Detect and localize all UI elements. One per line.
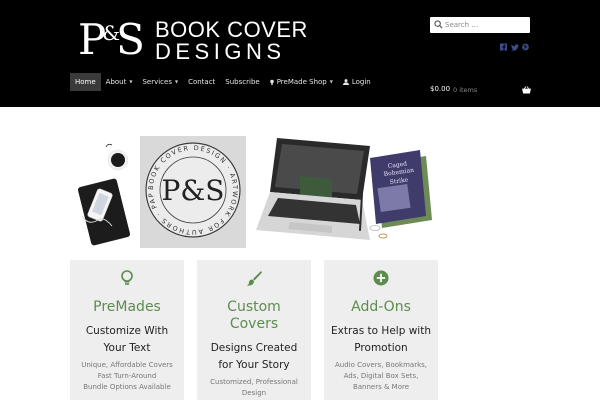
book-covers-image: Caged Bohemian Strike <box>370 150 432 228</box>
main-nav: Home About ▼ Services ▼ Contact Subscribe … <box>70 73 376 91</box>
card-subtitle-line1: Extras to Help with <box>331 325 431 337</box>
nav-item-premade-shop[interactable]: PreMade Shop ▼ <box>265 73 338 91</box>
nav-item-services[interactable]: Services ▼ <box>137 73 183 91</box>
coffee-cup-image <box>105 143 129 171</box>
card-title-line1: Custom <box>227 299 281 315</box>
social-links <box>500 36 529 51</box>
card-desc-line1: Customized, Professional <box>210 378 298 386</box>
nav-item-contact[interactable]: Contact <box>183 73 220 91</box>
cart-summary[interactable]: $0.00 0 items <box>430 85 531 97</box>
lightbulb-icon <box>269 79 274 85</box>
logo-monogram-p: P <box>78 15 106 64</box>
caret-down-icon: ▼ <box>129 79 133 84</box>
card-subtitle-line2: Promotion <box>354 342 408 354</box>
nav-item-login[interactable]: Login <box>338 73 376 91</box>
card-desc-line3: Bundle Options Available <box>83 383 171 391</box>
card-title-line2: Covers <box>229 316 279 332</box>
hero-collage: BOOK COVER DESIGN · ARTWORK FOR AUTHORS … <box>70 130 432 248</box>
logo-monogram: P&S <box>78 15 145 72</box>
card-desc-line2: Fast Turn-Around <box>97 372 157 380</box>
card-subtitle-line2: Your Text <box>103 342 151 354</box>
notebook-phone-image <box>77 178 131 246</box>
user-icon <box>342 79 349 85</box>
nav-label: Services <box>142 78 172 86</box>
nav-label: PreMade Shop <box>276 78 327 86</box>
lightbulb-icon <box>121 270 133 285</box>
logo-monogram-s: S <box>116 15 145 64</box>
card-custom-covers[interactable]: Custom Covers Designs Created for Your S… <box>197 260 311 400</box>
paintbrush-icon <box>247 271 262 286</box>
nav-label: Login <box>351 78 371 86</box>
site-logo[interactable]: P&S BOOK COVER DESIGNS <box>78 15 307 65</box>
plus-circle-icon <box>373 270 389 286</box>
pinterest-icon[interactable] <box>522 36 529 51</box>
nav-item-subscribe[interactable]: Subscribe <box>220 73 264 91</box>
card-desc-line2: Design <box>241 389 267 397</box>
hero-image: BOOK COVER DESIGN · ARTWORK FOR AUTHORS … <box>70 130 436 248</box>
caret-down-icon: ▼ <box>329 79 333 84</box>
site-header: P&S BOOK COVER DESIGNS Home About▼ Servi… <box>0 0 600 107</box>
card-subtitle-line1: Designs Created <box>210 342 298 354</box>
nav-item-home[interactable]: Home <box>70 73 101 91</box>
card-subtitle-line1: Customize With <box>85 325 169 337</box>
card-premades[interactable]: PreMades Customize With Your Text Unique… <box>70 260 184 400</box>
card-desc-line2: Ads, Digital Box Sets, <box>343 372 419 380</box>
nav-item-about[interactable]: About ▼ <box>101 73 138 91</box>
card-desc-line1: Audio Covers, Bookmarks, <box>334 361 428 369</box>
card-title: PreMades <box>93 299 161 315</box>
nav-label: About <box>105 78 127 86</box>
card-title: Add-Ons <box>351 299 411 315</box>
card-add-ons[interactable]: Add-Ons Extras to Help with Promotion Au… <box>324 260 438 400</box>
badge-monogram: P&S <box>162 174 225 207</box>
logo-monogram-amp: & <box>102 21 120 45</box>
basket-icon <box>522 86 531 94</box>
nav-label: Contact <box>188 78 216 86</box>
search-box[interactable] <box>430 17 530 33</box>
facebook-icon[interactable] <box>500 36 507 51</box>
card-subtitle-line2: for Your Story <box>218 359 290 371</box>
card-desc-line3: Banners & More <box>352 383 410 391</box>
twitter-icon[interactable] <box>511 36 519 51</box>
search-input[interactable] <box>445 18 527 32</box>
nav-label: Home <box>75 78 96 86</box>
nav-label: Subscribe <box>225 78 260 86</box>
search-icon <box>434 20 443 29</box>
cart-amount: $0.00 <box>430 85 451 93</box>
caret-down-icon: ▼ <box>174 79 179 84</box>
card-desc-line1: Unique, Affordable Covers <box>81 361 173 369</box>
logo-text-line2: DESIGNS <box>155 39 286 64</box>
laptop-image <box>256 138 370 240</box>
cart-item-count: 0 items <box>453 86 478 94</box>
